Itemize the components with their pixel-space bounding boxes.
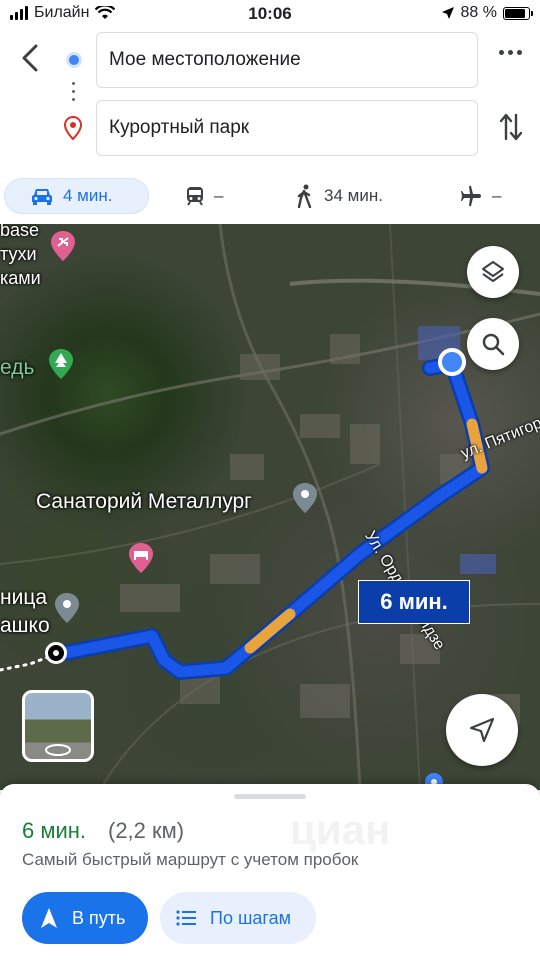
map-label: едь: [0, 356, 35, 379]
watermark: циан: [290, 806, 391, 853]
steps-label: По шагам: [210, 907, 291, 928]
route-description: Самый быстрый маршрут с учетом пробок: [22, 850, 359, 869]
route-distance: (2,2 км): [108, 818, 185, 843]
poi-pin-icon[interactable]: [54, 592, 80, 624]
poi-label-hospital[interactable]: ашко: [0, 614, 50, 638]
steps-button[interactable]: По шагам: [160, 892, 316, 944]
map-label: тухи: [0, 244, 37, 264]
battery-percent: 88 %: [460, 4, 497, 21]
transit-icon: [187, 187, 203, 206]
car-icon: [32, 189, 52, 205]
destination-marker-icon: [45, 642, 67, 664]
back-button[interactable]: [14, 40, 46, 76]
status-right: 88 %: [441, 4, 533, 22]
mode-tab-walking[interactable]: 34 мин.: [296, 178, 383, 214]
location-arrow-icon: [441, 7, 454, 19]
mode-tab-driving[interactable]: 4 мин.: [4, 178, 149, 214]
map-label: base: [0, 224, 40, 240]
layers-icon: [482, 261, 504, 282]
origin-input[interactable]: Мое местоположение: [96, 32, 478, 88]
status-bar: Билайн 10:06 88 %: [0, 0, 540, 28]
mode-label: 4 мин.: [63, 186, 113, 205]
start-label: В путь: [72, 907, 126, 928]
start-navigation-button[interactable]: В путь: [22, 892, 148, 944]
mode-label: 34 мин.: [324, 186, 383, 205]
poi-label-sanatorium[interactable]: Санаторий Металлург: [36, 490, 252, 514]
poi-pin-icon[interactable]: [292, 482, 318, 514]
origin-dot-icon: [66, 52, 82, 68]
current-location-icon: [438, 348, 466, 376]
mode-label: –: [214, 186, 224, 205]
back-arrow-icon: [22, 44, 38, 72]
route-duration: 6 мин.: [22, 818, 87, 843]
more-options-button[interactable]: [499, 50, 522, 55]
map-label: ками: [0, 268, 41, 288]
navigation-icon: [41, 908, 57, 928]
travel-modes: 4 мин. – 34 мин. –: [0, 168, 540, 224]
destination-input[interactable]: Курортный парк: [96, 100, 478, 156]
sheet-drag-handle[interactable]: [234, 794, 306, 799]
street-view-thumbnail[interactable]: [22, 690, 94, 762]
street-view-rotate-icon: [45, 744, 71, 756]
layers-button[interactable]: [467, 246, 519, 298]
map-view[interactable]: base тухи ками едь Санаторий Металлург н…: [0, 224, 540, 790]
hotel-pin-icon[interactable]: [128, 542, 154, 574]
directions-header: Мое местоположение Курортный парк: [0, 28, 540, 168]
flight-icon: [461, 186, 481, 206]
walk-icon: [297, 184, 312, 208]
my-location-button[interactable]: [446, 694, 518, 766]
route-summary-sheet[interactable]: циан 6 мин. (2,2 км) Самый быстрый маршр…: [0, 784, 540, 960]
swap-icon[interactable]: [500, 112, 522, 142]
mode-tab-transit[interactable]: –: [186, 178, 223, 214]
mode-tab-flight[interactable]: –: [460, 178, 501, 214]
park-pin-icon[interactable]: [48, 348, 74, 380]
search-icon: [482, 333, 505, 356]
navigation-arrow-icon: [469, 717, 495, 743]
poi-label-hospital[interactable]: ница: [0, 586, 47, 610]
search-button[interactable]: [467, 318, 519, 370]
poi-pin-icon[interactable]: [50, 230, 76, 262]
list-icon: [176, 910, 196, 926]
route-dots-icon: [72, 82, 75, 101]
route-eta-badge[interactable]: 6 мин.: [358, 580, 470, 624]
battery-icon: [503, 6, 533, 20]
mode-label: –: [492, 186, 502, 205]
destination-pin-icon: [64, 116, 82, 140]
